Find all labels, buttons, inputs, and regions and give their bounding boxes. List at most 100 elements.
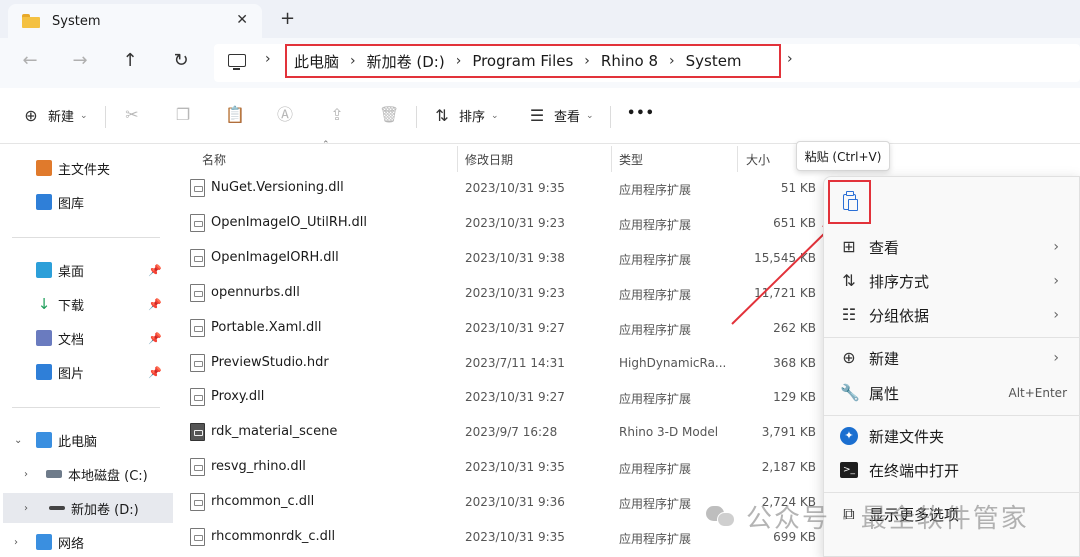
sort-button[interactable]: ⇅ 排序 ⌄	[433, 106, 499, 125]
chevron-right-icon[interactable]: ›	[787, 51, 793, 67]
breadcrumb-this-pc[interactable]: 此电脑	[294, 51, 339, 72]
trash-icon: 🗑	[379, 105, 400, 124]
pin-icon[interactable]: 📌	[148, 298, 162, 311]
chevron-right-icon[interactable]: ›	[339, 53, 367, 69]
file-row[interactable]: rdk_material_scene 2023/9/7 16:28 Rhino 3-…	[176, 415, 826, 450]
chevron-right-icon[interactable]: ›	[24, 469, 28, 480]
new-tab-icon[interactable]: +	[280, 8, 295, 29]
file-size: 11,721 KB	[754, 285, 816, 300]
cut-button[interactable]: ✂	[123, 106, 141, 124]
sort-label: 排序	[459, 110, 486, 125]
home-icon	[36, 160, 52, 176]
file-modified-date: 2023/10/31 9:27	[465, 320, 565, 335]
menu-item-sort-by[interactable]: ⇅ 排序方式 ›	[824, 265, 1080, 297]
file-modified-date: 2023/9/7 16:28	[465, 425, 558, 440]
chevron-right-icon[interactable]: ›	[573, 53, 601, 69]
folder-icon	[22, 14, 40, 28]
sidebar-item-network[interactable]: › 网络	[0, 527, 176, 557]
paste-menu-button[interactable]	[828, 180, 871, 224]
breadcrumb-drive-d[interactable]: 新加卷 (D:)	[367, 51, 445, 72]
file-row[interactable]: OpenImageIO_UtilRH.dll 2023/10/31 9:23 应用程…	[176, 206, 826, 241]
menu-item-group-by[interactable]: ☷ 分组依据 ›	[824, 299, 1080, 331]
file-row[interactable]: PreviewStudio.hdr 2023/7/11 14:31 HighDyna…	[176, 346, 826, 381]
sidebar-item-label: 主文件夹	[58, 162, 111, 178]
dll-icon	[190, 458, 205, 477]
chevron-right-icon[interactable]: ›	[658, 53, 686, 69]
sidebar-item-documents[interactable]: 文档 📌	[0, 323, 176, 353]
menu-item-more-options[interactable]: ⧉ 显示更多选项	[824, 498, 1080, 530]
file-name: OpenImageIORH.dll	[211, 249, 339, 265]
file-row[interactable]: Proxy.dll 2023/10/31 9:27 应用程序扩展 129 KB	[176, 380, 826, 415]
chevron-down-icon: ⌄	[491, 110, 499, 121]
breadcrumb-system[interactable]: System	[686, 52, 742, 70]
file-name: Portable.Xaml.dll	[211, 319, 322, 335]
back-arrow-icon[interactable]: ←	[17, 50, 43, 74]
file-row[interactable]: opennurbs.dll 2023/10/31 9:23 应用程序扩展 11,721…	[176, 276, 826, 311]
divider	[416, 106, 417, 128]
chevron-down-icon: ⌄	[586, 110, 594, 121]
file-row[interactable]: rhcommon_c.dll 2023/10/31 9:36 应用程序扩展 2,724…	[176, 485, 826, 520]
column-divider[interactable]	[457, 146, 458, 172]
chevron-down-icon[interactable]: ⌄	[14, 435, 22, 446]
new-button[interactable]: ⊕ 新建 ⌄	[22, 106, 88, 125]
forward-arrow-icon[interactable]: →	[67, 50, 93, 74]
chevron-right-icon[interactable]: ›	[445, 53, 473, 69]
chevron-down-icon: ⌄	[80, 110, 88, 121]
file-size: 2,724 KB	[761, 495, 816, 510]
sidebar-item-downloads[interactable]: ↓ 下载 📌	[0, 289, 176, 319]
sidebar-item-desktop[interactable]: 桌面 📌	[0, 255, 176, 285]
refresh-icon[interactable]: ↻	[168, 50, 194, 74]
copy-button[interactable]: ❐	[174, 106, 192, 124]
menu-item-open-terminal[interactable]: >_ 在终端中打开	[824, 454, 1080, 486]
menu-item-properties[interactable]: 🔧 属性 Alt+Enter	[824, 377, 1080, 409]
file-row[interactable]: rhcommonrdk_c.dll 2023/10/31 9:35 应用程序扩展 69…	[176, 520, 826, 555]
sidebar-item-drive-d[interactable]: › 新加卷 (D:)	[3, 493, 173, 523]
rename-button[interactable]: Ⓐ	[276, 106, 294, 124]
chevron-right-icon: ›	[1053, 350, 1059, 366]
sidebar-item-gallery[interactable]: 图库	[0, 187, 176, 217]
wrench-icon: 🔧	[840, 383, 860, 402]
window-tab[interactable]: System ✕	[8, 4, 262, 38]
chevron-right-icon[interactable]: ›	[24, 503, 28, 514]
chevron-right-icon[interactable]: ›	[265, 51, 271, 67]
menu-item-label: 新建	[869, 349, 900, 368]
pin-icon[interactable]: 📌	[148, 332, 162, 345]
breadcrumb-program-files[interactable]: Program Files	[472, 52, 573, 70]
column-divider[interactable]	[737, 146, 738, 172]
file-type: 应用程序扩展	[619, 462, 692, 477]
sidebar-item-home[interactable]: 主文件夹	[0, 153, 176, 183]
file-row[interactable]: OpenImageIORH.dll 2023/10/31 9:38 应用程序扩展 15…	[176, 241, 826, 276]
file-row[interactable]: NuGet.Versioning.dll 2023/10/31 9:35 应用程序扩…	[176, 171, 826, 206]
terminal-icon: >_	[840, 462, 858, 478]
column-header-type[interactable]: 类型	[619, 145, 729, 173]
chevron-right-icon[interactable]: ›	[14, 537, 18, 548]
rename-icon: Ⓐ	[276, 105, 293, 124]
column-header-name[interactable]: 名称	[202, 145, 452, 173]
clipboard-icon: 📋	[225, 105, 245, 124]
view-button[interactable]: ☰ 查看 ⌄	[528, 106, 594, 125]
pin-icon[interactable]: 📌	[148, 264, 162, 277]
share-button[interactable]: ⇪	[328, 106, 346, 124]
file-row[interactable]: Portable.Xaml.dll 2023/10/31 9:27 应用程序扩展 26…	[176, 311, 826, 346]
more-options-button[interactable]: •••	[627, 106, 655, 121]
menu-item-view[interactable]: ⊞ 查看 ›	[824, 231, 1080, 263]
new-label: 新建	[48, 110, 75, 125]
close-tab-icon[interactable]: ✕	[236, 12, 248, 28]
column-header-modified[interactable]: 修改日期	[465, 145, 605, 173]
menu-item-new[interactable]: ⊕ 新建 ›	[824, 342, 1080, 374]
chevron-right-icon: ›	[1053, 273, 1059, 289]
up-arrow-icon[interactable]: ↑	[117, 50, 143, 74]
file-type: Rhino 3-D Model	[619, 425, 719, 440]
sidebar-item-pictures[interactable]: 图片 📌	[0, 357, 176, 387]
breadcrumb-rhino-8[interactable]: Rhino 8	[601, 52, 658, 70]
file-type: 应用程序扩展	[619, 532, 692, 546]
delete-button[interactable]: 🗑	[379, 105, 400, 124]
sidebar-item-this-pc[interactable]: ⌄ 此电脑	[0, 425, 176, 455]
file-row[interactable]: resvg_rhino.dll 2023/10/31 9:35 应用程序扩展 2,18…	[176, 450, 826, 485]
pin-icon[interactable]: 📌	[148, 366, 162, 379]
paste-button[interactable]: 📋	[225, 105, 245, 124]
sidebar-item-local-c[interactable]: › 本地磁盘 (C:)	[0, 459, 176, 489]
menu-item-new-folder[interactable]: ✦ 新建文件夹	[824, 420, 1080, 452]
paste-tooltip: 粘贴 (Ctrl+V)	[796, 141, 890, 171]
column-divider[interactable]	[611, 146, 612, 172]
